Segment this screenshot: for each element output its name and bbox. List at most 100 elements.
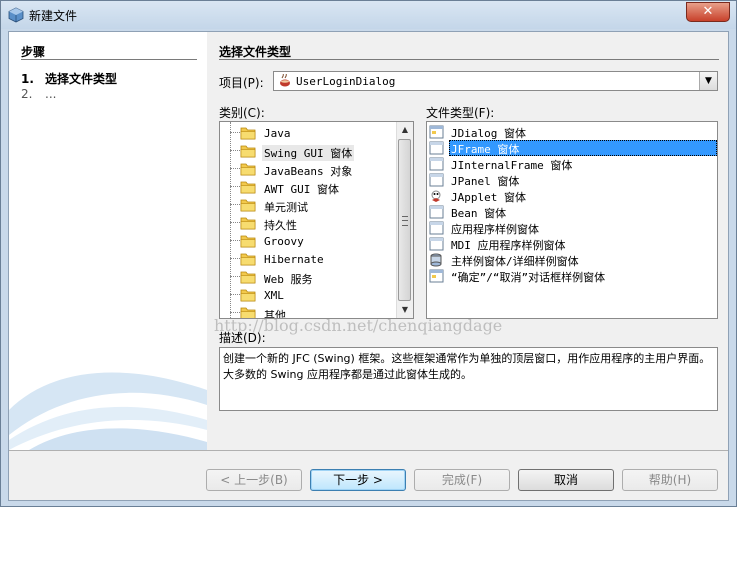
file-type-label: MDI 应用程序样例窗体	[451, 239, 566, 252]
category-label: 单元测试	[264, 201, 308, 214]
form-icon	[429, 141, 444, 155]
steps-title: 步骤	[21, 45, 46, 59]
scrollbar-thumb[interactable]	[398, 139, 411, 301]
back-button[interactable]: < 上一步(B)	[206, 469, 302, 491]
category-item[interactable]: JavaBeans 对象	[220, 160, 398, 178]
file-type-label: Bean 窗体	[451, 207, 507, 220]
categories-tree[interactable]: Java Swing GUI 窗体 JavaBeans 对象 AWT GUI 窗体 单元…	[219, 121, 414, 319]
category-label: Groovy	[264, 235, 304, 248]
folder-icon	[240, 127, 256, 140]
title-bar[interactable]: 新建文件 ✕	[1, 1, 736, 29]
category-item[interactable]: Swing GUI 窗体	[220, 142, 398, 161]
category-label: JavaBeans 对象	[264, 165, 353, 178]
file-type-label: 主样例窗体/详细样例窗体	[451, 255, 579, 268]
category-item[interactable]: 持久性	[220, 214, 398, 232]
file-type-item[interactable]: 主样例窗体/详细样例窗体	[427, 252, 717, 268]
file-type-item[interactable]: “确定”/“取消”对话框样例窗体	[427, 268, 717, 284]
tree-connector-line	[230, 240, 240, 241]
tree-connector-line	[230, 204, 240, 205]
file-type-item[interactable]: 应用程序样例窗体	[427, 220, 717, 236]
category-item[interactable]: Hibernate	[220, 250, 398, 268]
tree-connector-line	[230, 150, 240, 151]
java-coffee-cup-icon	[280, 74, 290, 87]
form-icon	[429, 157, 444, 171]
step-1: 1. 选择文件类型	[21, 70, 117, 87]
category-item[interactable]: XML	[220, 286, 398, 304]
folder-icon	[240, 181, 256, 194]
folder-icon	[240, 235, 256, 248]
project-label: 项目(P):	[219, 76, 264, 90]
step-number: 2.	[21, 87, 33, 101]
file-type-label: JApplet 窗体	[451, 191, 526, 204]
category-item[interactable]: 单元测试	[220, 196, 398, 214]
category-label: 其他	[264, 309, 286, 319]
file-type-item[interactable]: Bean 窗体	[427, 204, 717, 220]
category-label: 持久性	[264, 219, 297, 232]
new-file-dialog: 新建文件 ✕ 步骤 1. 选择文件类型 2.... 选择文件类型 项目(P): U…	[0, 0, 737, 507]
tree-connector-line	[230, 312, 240, 313]
tree-connector-line	[230, 132, 240, 133]
folder-icon	[240, 217, 256, 230]
file-type-label: “确定”/“取消”对话框样例窗体	[451, 271, 606, 284]
tree-connector-line	[230, 186, 240, 187]
category-item[interactable]: 其他	[220, 304, 398, 319]
step-label: 选择文件类型	[45, 72, 118, 86]
grip-icon	[402, 216, 408, 226]
tree-connector-line	[230, 294, 240, 295]
decorative-swoosh-graphic	[9, 372, 207, 450]
file-type-item[interactable]: JInternalFrame 窗体	[427, 156, 717, 172]
form-icon	[430, 253, 442, 267]
help-button[interactable]: 帮助(H)	[622, 469, 718, 491]
file-type-item[interactable]: JFrame 窗体	[427, 140, 717, 156]
file-type-label: JDialog 窗体	[451, 127, 526, 140]
category-label: Java	[264, 127, 291, 140]
category-label: Web 服务	[264, 273, 313, 286]
file-types-list[interactable]: JDialog 窗体 JFrame 窗体 JInternalFrame 窗体 JPan…	[426, 121, 718, 319]
form-icon	[429, 237, 444, 251]
cancel-button[interactable]: 取消	[518, 469, 614, 491]
step-label: ...	[45, 87, 57, 101]
folder-icon	[240, 199, 256, 212]
category-label: Swing GUI 窗体	[262, 145, 355, 161]
file-type-item[interactable]: JApplet 窗体	[427, 188, 717, 204]
project-combobox[interactable]: UserLoginDialog ▼	[273, 71, 718, 91]
categories-label: 类别(C):	[219, 106, 265, 120]
folder-icon	[240, 163, 256, 176]
form-icon	[429, 221, 444, 235]
step-number: 1.	[21, 72, 34, 86]
finish-button[interactable]: 完成(F)	[414, 469, 510, 491]
scroll-up-arrow-icon[interactable]: ▲	[397, 122, 413, 138]
form-icon	[429, 205, 444, 219]
button-bar-divider	[9, 450, 728, 451]
steps-divider	[21, 59, 197, 60]
form-icon	[431, 190, 441, 202]
dropdown-arrow-icon[interactable]: ▼	[699, 72, 717, 90]
category-item[interactable]: Java	[220, 124, 398, 142]
category-label: AWT GUI 窗体	[264, 183, 339, 196]
categories-scrollbar[interactable]: ▲ ▼	[396, 122, 413, 318]
tree-connector-line	[230, 168, 240, 169]
form-icon	[429, 269, 444, 283]
form-icon	[429, 125, 444, 139]
file-type-item[interactable]: MDI 应用程序样例窗体	[427, 236, 717, 252]
category-item[interactable]: Web 服务	[220, 268, 398, 286]
file-type-item[interactable]: JPanel 窗体	[427, 172, 717, 188]
tree-connector-line	[230, 258, 240, 259]
file-type-label: 应用程序样例窗体	[451, 223, 539, 236]
project-value: UserLoginDialog	[296, 75, 396, 88]
folder-icon	[240, 271, 256, 284]
tree-connector-line	[230, 276, 240, 277]
file-type-item[interactable]: JDialog 窗体	[427, 124, 717, 140]
title-divider	[219, 59, 719, 60]
category-item[interactable]: AWT GUI 窗体	[220, 178, 398, 196]
file-type-label: JPanel 窗体	[451, 175, 520, 188]
file-type-label: JInternalFrame 窗体	[451, 159, 573, 172]
category-label: XML	[264, 289, 284, 302]
scroll-down-arrow-icon[interactable]: ▼	[397, 302, 413, 318]
category-label: Hibernate	[264, 253, 324, 266]
folder-icon	[240, 253, 256, 266]
tree-connector-line	[230, 222, 240, 223]
close-button[interactable]: ✕	[686, 2, 730, 22]
category-item[interactable]: Groovy	[220, 232, 398, 250]
next-button[interactable]: 下一步 >	[310, 469, 406, 491]
